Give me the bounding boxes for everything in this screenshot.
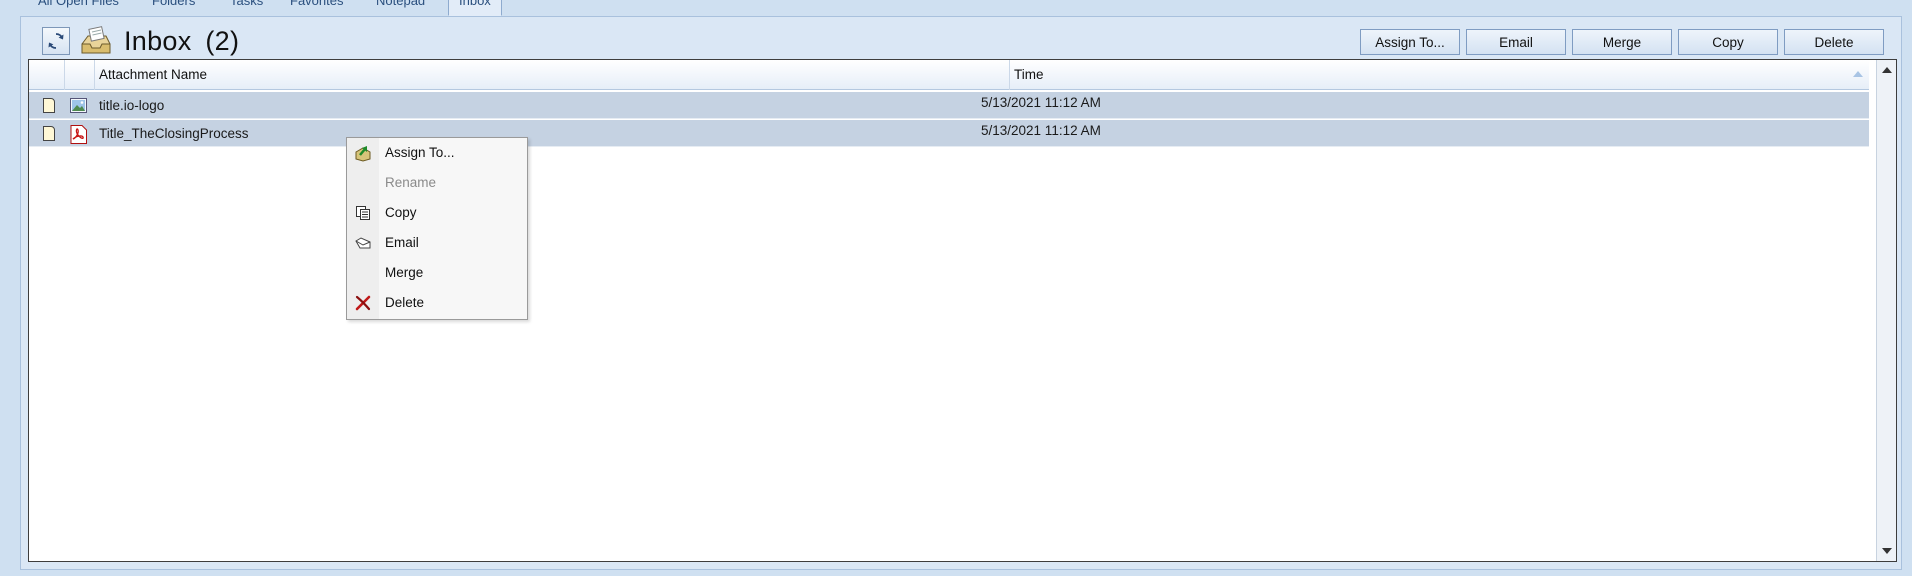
arrow-down-icon bbox=[1881, 548, 1892, 554]
context-menu-item-copy[interactable]: Copy bbox=[347, 198, 527, 228]
vertical-scrollbar[interactable] bbox=[1876, 60, 1896, 561]
attachment-name: title.io-logo bbox=[99, 98, 165, 113]
context-menu-item-rename[interactable]: Rename bbox=[347, 168, 527, 198]
copy-button[interactable]: Copy bbox=[1678, 29, 1778, 55]
grid-header: Attachment Name Time bbox=[29, 60, 1869, 90]
scroll-up-button[interactable] bbox=[1879, 63, 1894, 77]
image-file-icon bbox=[70, 97, 87, 114]
scroll-down-button[interactable] bbox=[1879, 544, 1894, 558]
header-time-label: Time bbox=[1014, 67, 1044, 82]
refresh-button[interactable] bbox=[42, 27, 70, 55]
email-icon bbox=[353, 234, 373, 252]
sort-ascending-icon bbox=[1853, 71, 1863, 77]
merge-button[interactable]: Merge bbox=[1572, 29, 1672, 55]
arrow-up-icon bbox=[1881, 67, 1892, 73]
assign-icon bbox=[353, 144, 373, 162]
context-menu-item-merge[interactable]: Merge bbox=[347, 258, 527, 288]
header-icon-column[interactable] bbox=[65, 60, 95, 90]
context-menu-item-delete[interactable]: Delete bbox=[347, 288, 527, 318]
pdf-file-icon bbox=[70, 125, 87, 144]
row-document-icon bbox=[43, 126, 55, 141]
context-menu-label: Delete bbox=[385, 295, 425, 310]
header-time[interactable]: Time bbox=[1010, 60, 1869, 90]
attachment-time: 5/13/2021 11:12 AM bbox=[981, 123, 1101, 138]
email-button[interactable]: Email bbox=[1466, 29, 1566, 55]
context-menu-item-assign[interactable]: Assign To... bbox=[347, 138, 527, 168]
header-attachment-name[interactable]: Attachment Name bbox=[95, 60, 1010, 90]
context-menu: Assign To... Rename Copy Email Merge Del… bbox=[346, 137, 528, 320]
context-menu-label: Merge bbox=[385, 265, 424, 280]
context-menu-label: Email bbox=[385, 235, 419, 250]
refresh-icon bbox=[48, 33, 64, 49]
page-title: Inbox (2) bbox=[124, 24, 239, 58]
attachments-grid: Attachment Name Time title.io-logo 5/13/… bbox=[28, 59, 1897, 562]
tab-tasks[interactable]: Tasks bbox=[224, 0, 269, 16]
page-title-text: Inbox bbox=[124, 26, 192, 56]
delete-button[interactable]: Delete bbox=[1784, 29, 1884, 55]
assign-to-button[interactable]: Assign To... bbox=[1360, 29, 1460, 55]
attachment-time: 5/13/2021 11:12 AM bbox=[981, 95, 1101, 110]
context-menu-label: Assign To... bbox=[385, 145, 455, 160]
delete-icon bbox=[353, 294, 373, 312]
attachment-name: Title_TheClosingProcess bbox=[99, 126, 249, 141]
header-check-column[interactable] bbox=[29, 60, 65, 90]
tab-folders[interactable]: Folders bbox=[146, 0, 201, 16]
context-menu-label: Copy bbox=[385, 205, 417, 220]
row-document-icon bbox=[43, 98, 55, 113]
context-menu-label: Rename bbox=[385, 175, 437, 190]
table-row[interactable]: Title_TheClosingProcess 5/13/2021 11:12 … bbox=[29, 120, 1869, 147]
tab-all-open-files[interactable]: All Open Files bbox=[32, 0, 125, 16]
context-menu-item-email[interactable]: Email bbox=[347, 228, 527, 258]
tab-favorites[interactable]: Favorites bbox=[284, 0, 349, 16]
inbox-count: (2) bbox=[205, 26, 240, 56]
table-row[interactable]: title.io-logo 5/13/2021 11:12 AM bbox=[29, 92, 1869, 119]
copy-icon bbox=[353, 204, 373, 222]
inbox-tray-icon bbox=[80, 26, 112, 56]
tab-notepad[interactable]: Notepad bbox=[370, 0, 431, 16]
tab-inbox[interactable]: Inbox bbox=[448, 0, 502, 16]
